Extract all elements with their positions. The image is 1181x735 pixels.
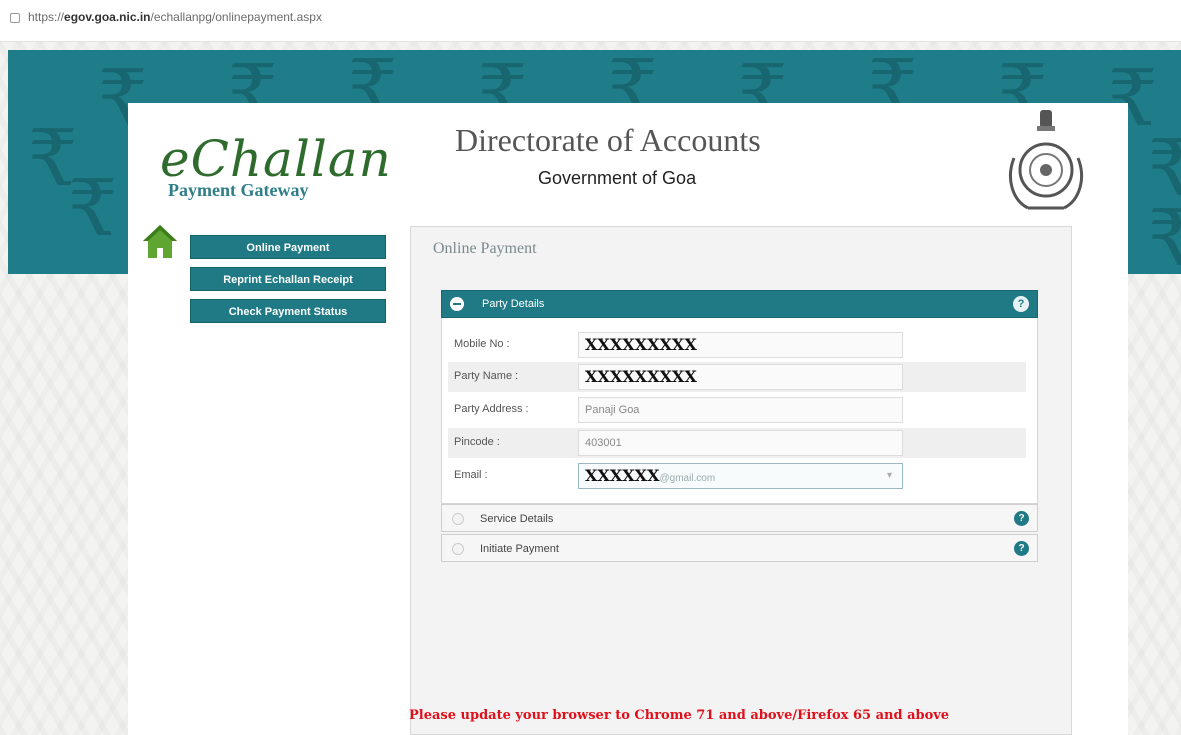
lock-icon bbox=[10, 13, 20, 23]
party-name-row: Party Name : XXXXXXXXX bbox=[448, 362, 1026, 392]
email-label: Email : bbox=[454, 469, 488, 481]
party-details-label: Party Details bbox=[482, 298, 545, 310]
logo-subtitle: Payment Gateway bbox=[168, 180, 309, 200]
url-host: egov.goa.nic.in bbox=[64, 10, 151, 24]
nav-check-payment-status[interactable]: Check Payment Status bbox=[190, 299, 386, 323]
nav-reprint-receipt[interactable]: Reprint Echallan Receipt bbox=[190, 267, 386, 291]
expand-icon[interactable] bbox=[452, 543, 464, 555]
initiate-payment-header[interactable]: Initiate Payment ? bbox=[441, 534, 1038, 562]
expand-icon[interactable] bbox=[452, 513, 464, 525]
page-title: Directorate of Accounts bbox=[455, 122, 761, 158]
nav-online-payment[interactable]: Online Payment bbox=[190, 235, 386, 259]
email-mask: XXXXXX bbox=[585, 466, 660, 485]
email-input[interactable]: XXXXXX@gmail.com ▾ bbox=[578, 463, 903, 489]
service-details-header[interactable]: Service Details ? bbox=[441, 504, 1038, 532]
mobile-row: Mobile No : XXXXXXXXX bbox=[448, 330, 1026, 360]
help-icon[interactable]: ? bbox=[1013, 296, 1029, 312]
initiate-payment-label: Initiate Payment bbox=[480, 543, 559, 555]
pincode-input[interactable]: 403001 bbox=[578, 430, 903, 456]
party-details-header[interactable]: Party Details ? bbox=[441, 290, 1038, 318]
party-name-label: Party Name : bbox=[454, 370, 519, 382]
home-icon[interactable] bbox=[140, 222, 180, 262]
mobile-label: Mobile No : bbox=[454, 338, 510, 350]
chevron-down-icon[interactable]: ▾ bbox=[887, 464, 892, 488]
pincode-row: Pincode : 403001 bbox=[448, 428, 1026, 458]
service-details-label: Service Details bbox=[480, 513, 554, 525]
page-subtitle: Government of Goa bbox=[538, 168, 697, 188]
party-address-input[interactable]: Panaji Goa bbox=[578, 397, 903, 423]
mobile-input[interactable]: XXXXXXXXX bbox=[578, 332, 903, 358]
goa-emblem-icon bbox=[1009, 110, 1083, 210]
url-prefix: https:// bbox=[28, 10, 65, 24]
help-icon[interactable]: ? bbox=[1014, 511, 1029, 526]
panel-title: Online Payment bbox=[433, 240, 537, 257]
url-text[interactable]: https://egov.goa.nic.in/echallanpg/onlin… bbox=[28, 10, 322, 24]
help-icon[interactable]: ? bbox=[1014, 541, 1029, 556]
email-row: Email : XXXXXX@gmail.com ▾ bbox=[448, 461, 1026, 491]
address-bar[interactable]: https://egov.goa.nic.in/echallanpg/onlin… bbox=[0, 0, 1181, 42]
url-path: /echallanpg/onlinepayment.aspx bbox=[150, 10, 322, 24]
email-suffix: @gmail.com bbox=[659, 473, 716, 484]
party-address-row: Party Address : Panaji Goa bbox=[448, 395, 1026, 425]
pincode-label: Pincode : bbox=[454, 436, 500, 448]
collapse-icon[interactable] bbox=[450, 297, 464, 311]
browser-warning: Please update your browser to Chrome 71 … bbox=[409, 708, 950, 723]
party-name-input[interactable]: XXXXXXXXX bbox=[578, 364, 903, 390]
party-address-label: Party Address : bbox=[454, 403, 529, 415]
